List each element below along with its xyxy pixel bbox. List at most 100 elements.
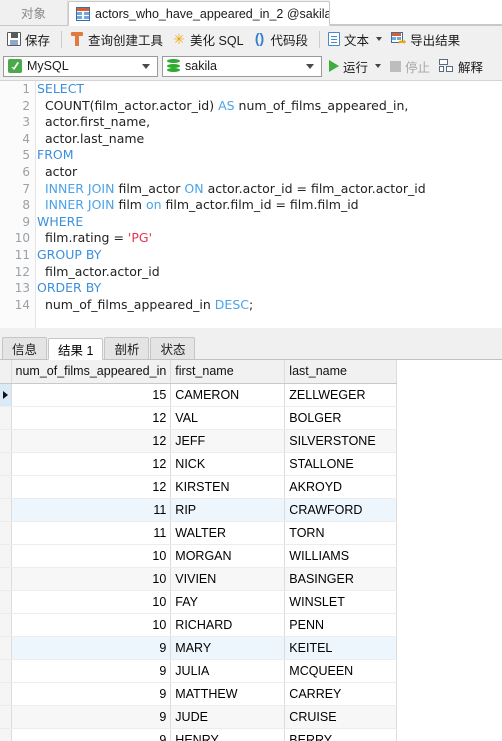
row-indicator-cell[interactable] (0, 521, 12, 545)
chevron-down-icon[interactable] (142, 63, 150, 69)
cell-num-of-films-appeared-in[interactable]: 10 (11, 567, 172, 591)
table-row[interactable]: 12 KIRSTEN AKROYD (0, 475, 398, 499)
cell-first-name[interactable]: KIRSTEN (170, 475, 286, 499)
table-row[interactable]: 9 JULIA MCQUEEN (0, 659, 398, 683)
cell-first-name[interactable]: HENRY (170, 728, 286, 741)
query-builder-button[interactable]: 查询创建工具 (67, 28, 169, 50)
row-indicator-cell[interactable] (0, 567, 12, 591)
table-row[interactable]: 9 MARY KEITEL (0, 636, 398, 660)
cell-num-of-films-appeared-in[interactable]: 11 (11, 498, 172, 522)
table-row[interactable]: 12 NICK STALLONE (0, 452, 398, 476)
row-indicator-cell[interactable] (0, 429, 12, 453)
cell-num-of-films-appeared-in[interactable]: 12 (11, 452, 172, 476)
cell-last-name[interactable]: ZELLWEGER (284, 383, 398, 407)
tab-objects[interactable]: 对象 (0, 0, 68, 25)
row-indicator-cell[interactable] (0, 475, 12, 499)
cell-first-name[interactable]: VIVIEN (170, 567, 286, 591)
database-select[interactable]: sakila (162, 55, 322, 77)
table-row[interactable]: 10 RICHARD PENN (0, 613, 398, 637)
save-button[interactable]: 保存 (4, 28, 56, 50)
row-indicator-cell[interactable] (0, 659, 12, 683)
cell-last-name[interactable]: BOLGER (284, 406, 398, 430)
cell-first-name[interactable]: JUDE (170, 705, 286, 729)
cell-num-of-films-appeared-in[interactable]: 9 (11, 659, 172, 683)
cell-num-of-films-appeared-in[interactable]: 10 (11, 613, 172, 637)
cell-num-of-films-appeared-in[interactable]: 9 (11, 682, 172, 706)
cell-last-name[interactable]: SILVERSTONE (284, 429, 398, 453)
cell-first-name[interactable]: NICK (170, 452, 286, 476)
column-header-first-name[interactable]: first_name (170, 360, 286, 384)
cell-num-of-films-appeared-in[interactable]: 10 (11, 544, 172, 568)
results-tab-2[interactable]: 剖析 (104, 337, 150, 359)
table-row[interactable]: 11 WALTER TORN (0, 521, 398, 545)
connection-select[interactable]: MySQL (3, 55, 158, 77)
cell-first-name[interactable]: RICHARD (170, 613, 286, 637)
table-row[interactable]: 9 MATTHEW CARREY (0, 682, 398, 706)
row-indicator-cell[interactable] (0, 613, 12, 637)
run-button[interactable]: 运行 (326, 55, 387, 77)
cell-last-name[interactable]: AKROYD (284, 475, 398, 499)
cell-last-name[interactable]: TORN (284, 521, 398, 545)
cell-last-name[interactable]: CRAWFORD (284, 498, 398, 522)
results-tab-0[interactable]: 信息 (2, 337, 48, 359)
row-indicator-cell[interactable] (0, 590, 12, 614)
cell-last-name[interactable]: WINSLET (284, 590, 398, 614)
cell-last-name[interactable]: CRUISE (284, 705, 398, 729)
row-indicator-cell[interactable] (0, 682, 12, 706)
cell-first-name[interactable]: MARY (170, 636, 286, 660)
cell-last-name[interactable]: STALLONE (284, 452, 398, 476)
table-row[interactable]: 15 CAMERON ZELLWEGER (0, 383, 398, 407)
cell-last-name[interactable]: MCQUEEN (284, 659, 398, 683)
results-tab-1[interactable]: 结果 1 (48, 338, 104, 360)
table-row[interactable]: 10 MORGAN WILLIAMS (0, 544, 398, 568)
sql-editor[interactable]: 1 2 3 4 5 6 7 8 9 10 11 12 13 14 SELECT COUNT(film_ac… (0, 80, 502, 328)
cell-first-name[interactable]: CAMERON (170, 383, 286, 407)
cell-first-name[interactable]: VAL (170, 406, 286, 430)
code-snippet-button[interactable]: () 代码段 (250, 28, 315, 50)
column-header-last-name[interactable]: last_name (284, 360, 398, 384)
cell-first-name[interactable]: RIP (170, 498, 286, 522)
cell-last-name[interactable]: BASINGER (284, 567, 398, 591)
cell-last-name[interactable]: PENN (284, 613, 398, 637)
cell-num-of-films-appeared-in[interactable]: 10 (11, 590, 172, 614)
table-row[interactable]: 10 FAY WINSLET (0, 590, 398, 614)
cell-first-name[interactable]: MORGAN (170, 544, 286, 568)
editor-code-area[interactable]: SELECT COUNT(film_actor.actor_id) AS num… (37, 81, 502, 328)
cell-first-name[interactable]: MATTHEW (170, 682, 286, 706)
table-row[interactable]: 12 VAL BOLGER (0, 406, 398, 430)
text-view-button[interactable]: 文本 (325, 28, 388, 50)
cell-last-name[interactable]: BERRY (284, 728, 398, 741)
cell-first-name[interactable]: JEFF (170, 429, 286, 453)
row-indicator-cell[interactable] (0, 705, 12, 729)
row-indicator-cell[interactable] (0, 728, 12, 741)
table-row[interactable]: 9 HENRY BERRY (0, 728, 398, 741)
explain-button[interactable]: 解释 (436, 55, 489, 77)
cell-num-of-films-appeared-in[interactable]: 11 (11, 521, 172, 545)
cell-num-of-films-appeared-in[interactable]: 15 (11, 383, 172, 407)
cell-num-of-films-appeared-in[interactable]: 9 (11, 705, 172, 729)
results-grid-container[interactable]: num_of_films_appeared_in first_name last… (0, 360, 502, 741)
cell-last-name[interactable]: KEITEL (284, 636, 398, 660)
row-indicator-cell[interactable] (0, 544, 12, 568)
table-row[interactable]: 10 VIVIEN BASINGER (0, 567, 398, 591)
cell-num-of-films-appeared-in[interactable]: 12 (11, 475, 172, 499)
row-indicator-cell[interactable] (0, 383, 12, 407)
cell-num-of-films-appeared-in[interactable]: 9 (11, 728, 172, 741)
table-row[interactable]: 11 RIP CRAWFORD (0, 498, 398, 522)
cell-first-name[interactable]: WALTER (170, 521, 286, 545)
row-indicator-cell[interactable] (0, 452, 12, 476)
beautify-sql-button[interactable]: ✳ 美化 SQL (169, 28, 250, 50)
export-results-button[interactable]: ➦ 导出结果 (388, 28, 466, 50)
column-header-num-of-films-appeared-in[interactable]: num_of_films_appeared_in (11, 360, 172, 384)
table-row[interactable]: 9 JUDE CRUISE (0, 705, 398, 729)
row-indicator-cell[interactable] (0, 636, 12, 660)
cell-num-of-films-appeared-in[interactable]: 12 (11, 406, 172, 430)
chevron-down-icon[interactable] (306, 63, 314, 69)
table-row[interactable]: 12 JEFF SILVERSTONE (0, 429, 398, 453)
chevron-down-icon[interactable] (375, 64, 382, 68)
cell-first-name[interactable]: JULIA (170, 659, 286, 683)
cell-num-of-films-appeared-in[interactable]: 12 (11, 429, 172, 453)
row-indicator-cell[interactable] (0, 498, 12, 522)
cell-num-of-films-appeared-in[interactable]: 9 (11, 636, 172, 660)
results-tab-3[interactable]: 状态 (150, 337, 196, 359)
